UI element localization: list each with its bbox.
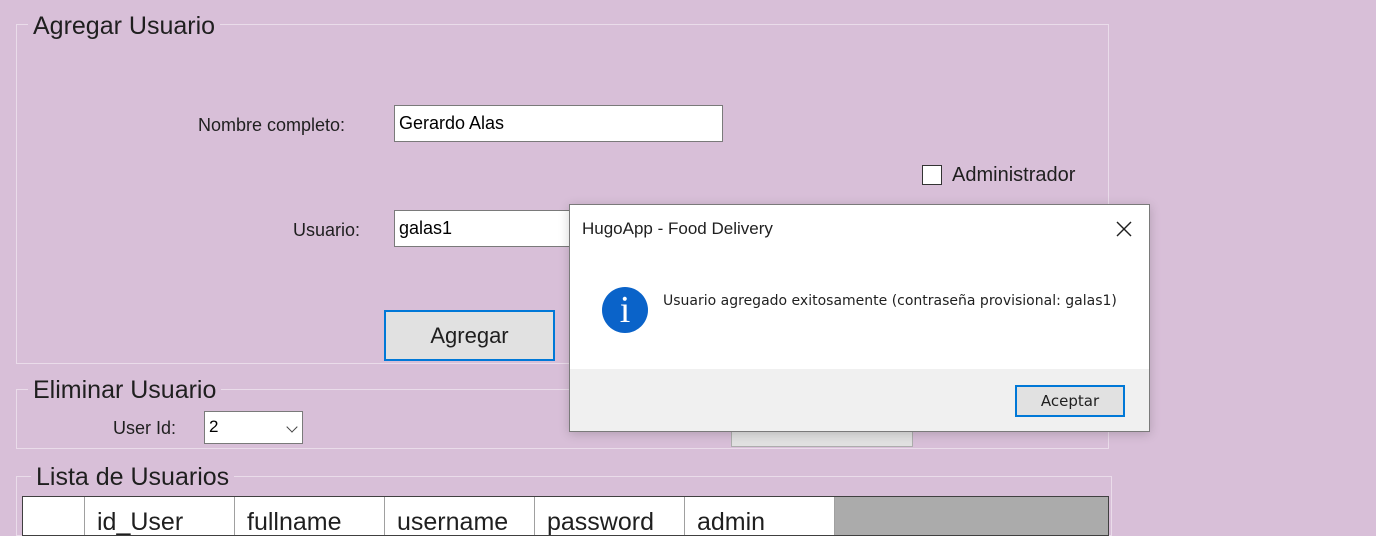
fullname-label: Nombre completo: — [198, 115, 346, 135]
chevron-down-icon — [286, 421, 298, 433]
message-dialog: HugoApp - Food Delivery i Usuario agrega… — [569, 204, 1150, 432]
users-grid[interactable]: id_User fullname username password admin — [22, 496, 1109, 536]
username-label: Usuario: — [293, 220, 361, 240]
user-list-group-title: Lista de Usuarios — [31, 462, 235, 492]
userid-select[interactable]: 2 — [204, 411, 303, 444]
column-header-username[interactable]: username — [385, 497, 535, 535]
delete-user-group-title: Eliminar Usuario — [28, 375, 222, 405]
dialog-message: Usuario agregado exitosamente (contraseñ… — [663, 293, 1117, 309]
userid-select-value: 2 — [209, 417, 219, 436]
column-header-admin[interactable]: admin — [685, 497, 835, 535]
grid-row-header[interactable] — [23, 497, 85, 535]
column-header-fullname[interactable]: fullname — [235, 497, 385, 535]
admin-checkbox-label[interactable]: Administrador — [952, 164, 1075, 186]
info-icon: i — [602, 287, 648, 333]
add-user-group-title: Agregar Usuario — [28, 11, 221, 41]
column-header-id-user[interactable]: id_User — [85, 497, 235, 535]
userid-label: User Id: — [113, 418, 177, 438]
column-header-password[interactable]: password — [535, 497, 685, 535]
fullname-input[interactable]: Gerardo Alas — [394, 105, 723, 142]
dialog-footer: Aceptar — [570, 369, 1149, 431]
dialog-title: HugoApp - Food Delivery — [582, 219, 773, 238]
close-icon[interactable] — [1110, 215, 1138, 243]
add-user-button[interactable]: Agregar — [384, 310, 555, 361]
ok-button[interactable]: Aceptar — [1015, 385, 1125, 417]
admin-checkbox[interactable] — [922, 165, 942, 185]
